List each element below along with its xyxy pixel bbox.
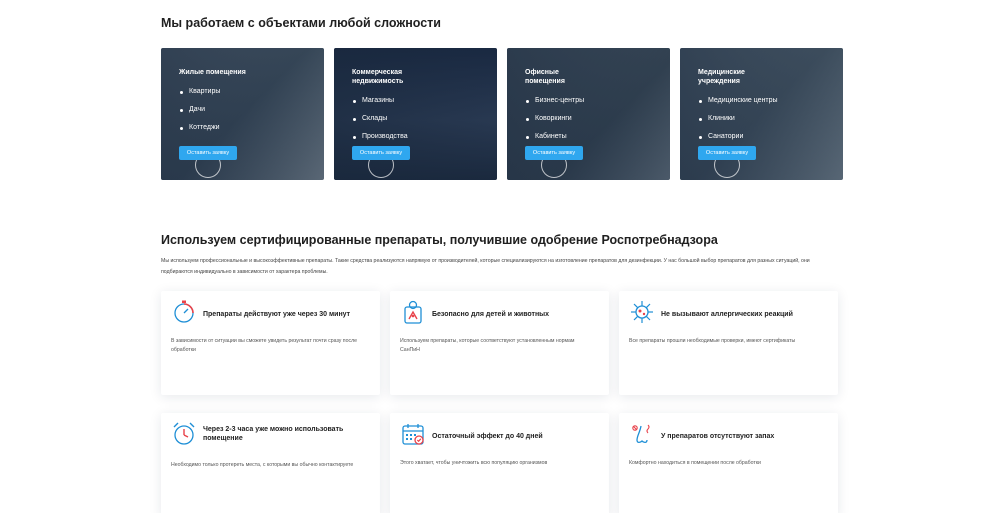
card-list: Медицинские центры Клиники Санатории xyxy=(698,92,833,146)
list-item: Склады xyxy=(352,110,487,128)
feature-title: Остаточный эффект до 40 дней xyxy=(432,433,543,440)
list-item: Медицинские центры xyxy=(698,92,833,110)
feature-card: Безопасно для детей и животных Используе… xyxy=(390,291,609,395)
feature-description: В зависимости от ситуации вы сможете уви… xyxy=(171,338,357,353)
feature-title: Не вызывают аллергических реакций xyxy=(661,311,793,318)
feature-card: Остаточный эффект до 40 дней Этого хвата… xyxy=(390,413,609,513)
card-title: Медицинские учреждения xyxy=(698,69,745,85)
virus-icon xyxy=(631,301,653,323)
card-office[interactable]: Офисные помещения Бизнес-центры Коворкин… xyxy=(507,48,670,180)
request-button[interactable]: Оставить заявку xyxy=(525,146,583,160)
calendar-icon xyxy=(402,424,424,445)
card-commercial[interactable]: Коммерческая недвижимость Магазины Склад… xyxy=(334,48,497,180)
list-item: Коворкинги xyxy=(525,110,660,128)
list-item: Санатории xyxy=(698,128,833,146)
card-list: Бизнес-центры Коворкинги Кабинеты xyxy=(525,92,660,146)
feature-title: Безопасно для детей и животных xyxy=(432,311,550,318)
card-list: Магазины Склады Производства xyxy=(352,92,487,146)
list-item: Бизнес-центры xyxy=(525,92,660,110)
request-button[interactable]: Оставить заявку xyxy=(698,146,756,160)
card-medical[interactable]: Медицинские учреждения Медицинские центр… xyxy=(680,48,843,180)
list-item: Квартиры xyxy=(179,83,314,101)
child-safety-icon xyxy=(404,300,422,324)
nose-icon xyxy=(632,424,650,444)
list-item: Клиники xyxy=(698,110,833,128)
card-title: Коммерческая недвижимость xyxy=(352,69,404,85)
objects-heading: Мы работаем с объектами любой сложности xyxy=(161,16,441,30)
feature-title: Препараты действуют уже через 30 минут xyxy=(203,311,351,318)
card-residential[interactable]: Жилые помещения Квартиры Дачи Коттеджи О… xyxy=(161,48,324,180)
feature-card: Препараты действуют уже через 30 минут В… xyxy=(161,291,380,395)
list-item: Магазины xyxy=(352,92,487,110)
feature-description: Используем препараты, которые соответств… xyxy=(400,338,575,353)
feature-title: У препаратов отсутствуют запах xyxy=(661,433,775,440)
request-button[interactable]: Оставить заявку xyxy=(179,146,237,160)
list-item: Коттеджи xyxy=(179,119,314,137)
request-button[interactable]: Оставить заявку xyxy=(352,146,410,160)
feature-card: Через 2-3 часа уже можно использовать по… xyxy=(161,413,380,513)
feature-grid: Препараты действуют уже через 30 минут В… xyxy=(161,291,838,513)
list-item: Производства xyxy=(352,128,487,146)
feature-card: Не вызывают аллергических реакций Все пр… xyxy=(619,291,838,395)
feature-description: Комфортно находиться в помещении после о… xyxy=(629,460,761,466)
list-item: Кабинеты xyxy=(525,128,660,146)
stopwatch-icon xyxy=(174,300,194,323)
object-cards: Жилые помещения Квартиры Дачи Коттеджи О… xyxy=(161,48,843,180)
feature-description: Необходимо только протереть места, с кот… xyxy=(171,462,354,468)
card-list: Квартиры Дачи Коттеджи xyxy=(179,83,314,137)
page: Мы работаем с объектами любой сложности … xyxy=(0,0,1000,513)
list-item: Дачи xyxy=(179,101,314,119)
feature-card: У препаратов отсутствуют запах Комфортно… xyxy=(619,413,838,513)
alarm-clock-icon xyxy=(173,422,195,445)
feature-description: Все препараты прошли необходимые проверк… xyxy=(629,338,796,344)
card-title: Офисные помещения xyxy=(525,69,565,85)
card-title: Жилые помещения xyxy=(179,69,246,76)
feature-title: Через 2-3 часа уже можно использовать по… xyxy=(203,426,344,442)
preparations-heading: Используем сертифицированные препараты, … xyxy=(161,233,718,247)
feature-description: Этого хватает, чтобы уничтожить всю попу… xyxy=(400,460,548,466)
preparations-lead: Мы используем профессиональные и высокоэ… xyxy=(161,258,810,275)
